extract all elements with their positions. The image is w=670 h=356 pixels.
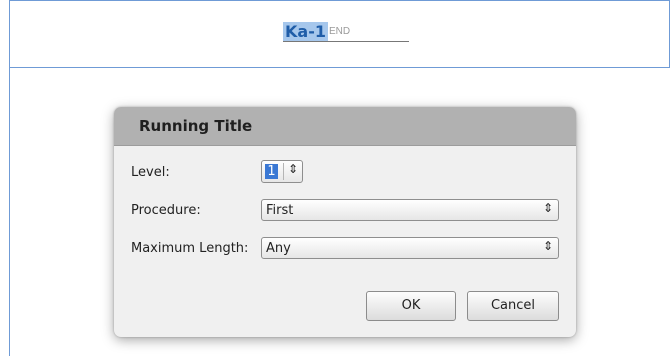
up-down-arrow-icon[interactable]: ⇕ bbox=[288, 162, 298, 176]
running-title-dialog: Running Title Level: 1 ⇕ Procedure: Firs… bbox=[114, 107, 576, 337]
level-label: Level: bbox=[131, 165, 170, 180]
stepper-divider bbox=[283, 163, 284, 180]
running-title-field[interactable]: Ka-1 END bbox=[283, 22, 350, 42]
dialog-title: Running Title bbox=[139, 117, 253, 135]
page-frame-top bbox=[9, 0, 670, 1]
level-value[interactable]: 1 bbox=[265, 164, 278, 179]
level-stepper[interactable]: 1 ⇕ bbox=[261, 160, 303, 183]
page-frame-left bbox=[9, 0, 10, 356]
up-down-arrow-icon: ⇕ bbox=[542, 201, 553, 215]
ok-button[interactable]: OK bbox=[366, 291, 456, 321]
cancel-button[interactable]: Cancel bbox=[467, 291, 559, 321]
running-title-token[interactable]: Ka-1 bbox=[283, 22, 328, 42]
page-frame-divider bbox=[9, 67, 670, 68]
end-marker: END bbox=[328, 26, 351, 37]
procedure-select[interactable]: First ⇕ bbox=[261, 199, 559, 221]
dialog-titlebar[interactable]: Running Title bbox=[114, 107, 576, 146]
procedure-label: Procedure: bbox=[131, 203, 201, 218]
procedure-value: First bbox=[266, 203, 294, 218]
header-underline bbox=[283, 41, 409, 42]
maximum-length-value: Any bbox=[266, 241, 291, 256]
up-down-arrow-icon: ⇕ bbox=[542, 239, 553, 253]
maximum-length-label: Maximum Length: bbox=[131, 241, 249, 256]
maximum-length-select[interactable]: Any ⇕ bbox=[261, 237, 559, 259]
